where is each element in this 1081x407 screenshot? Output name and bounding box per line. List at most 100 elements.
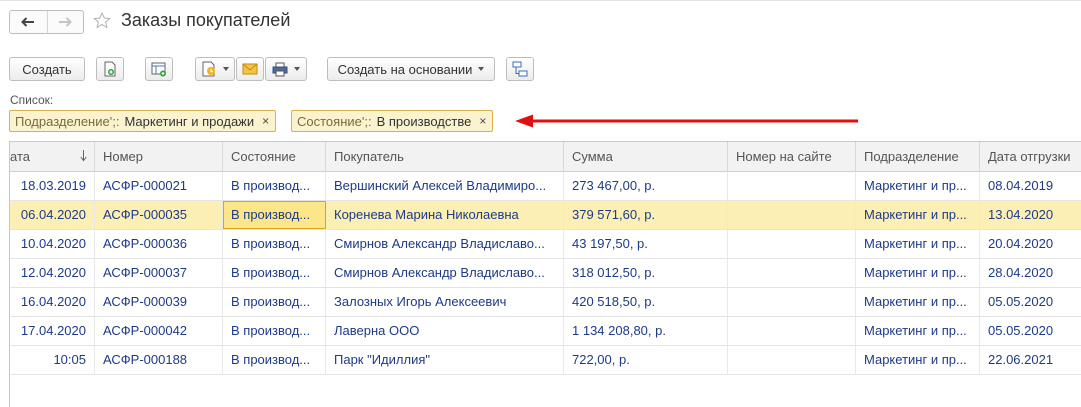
customer-cell[interactable]: Коренева Марина Николаевна [326, 201, 564, 229]
favorite-star-icon[interactable] [93, 12, 111, 29]
customer-cell[interactable]: Смирнов Александр Владиславо... [326, 259, 564, 287]
print-dropdown-button[interactable] [265, 57, 307, 81]
structure-button[interactable] [506, 57, 534, 81]
amount-cell[interactable]: 318 012,50, р. [564, 259, 728, 287]
table-row[interactable]: 10:05 АСФР-000188 В производ... Парк "Идилл… [10, 346, 1081, 375]
table-row[interactable]: 10.04.2020 АСФР-000036 В производ... Смирно… [10, 230, 1081, 259]
close-icon[interactable]: × [479, 114, 486, 128]
ship-date-cell[interactable]: 08.04.2019 [980, 172, 1081, 200]
filter-chip-state[interactable]: Состояние';: В производстве × [291, 110, 494, 132]
customer-cell[interactable]: Вершинский Алексей Владимиро... [326, 172, 564, 200]
amount-cell[interactable]: 1 134 208,80, р. [564, 317, 728, 345]
date-cell[interactable]: 12.04.2020 [10, 259, 95, 287]
create-from-template-button[interactable] [145, 57, 173, 81]
site-number-cell[interactable] [728, 201, 856, 229]
date-cell[interactable]: 10.04.2020 [10, 230, 95, 258]
amount-cell[interactable]: 722,00, р. [564, 346, 728, 374]
table-row[interactable]: 16.04.2020 АСФР-000039 В производ... Залозн… [10, 288, 1081, 317]
column-header-department[interactable]: Подразделение [856, 142, 980, 172]
number-cell[interactable]: АСФР-000188 [95, 346, 223, 374]
state-cell[interactable]: В производ... [223, 346, 326, 374]
chevron-down-icon [478, 67, 485, 71]
printer-icon [272, 62, 288, 76]
create-based-on-button[interactable]: Создать на основании [327, 57, 495, 81]
column-header-state[interactable]: Состояние [223, 142, 326, 172]
table-row[interactable]: 06.04.2020 АСФР-000035 В производ... Корене… [10, 201, 1081, 230]
ship-date-cell[interactable]: 05.05.2020 [980, 317, 1081, 345]
ship-date-cell[interactable]: 13.04.2020 [980, 201, 1081, 229]
customer-cell[interactable]: Лаверна ООО [326, 317, 564, 345]
column-header-site-number[interactable]: Номер на сайте [728, 142, 856, 172]
amount-cell[interactable]: 43 197,50, р. [564, 230, 728, 258]
close-icon[interactable]: × [262, 114, 269, 128]
department-cell[interactable]: Маркетинг и пр... [856, 201, 980, 229]
department-cell[interactable]: Маркетинг и пр... [856, 259, 980, 287]
state-cell[interactable]: В производ... [223, 317, 326, 345]
column-header-amount[interactable]: Сумма [564, 142, 728, 172]
amount-cell[interactable]: 273 467,00, р. [564, 172, 728, 200]
ship-date-cell[interactable]: 28.04.2020 [980, 259, 1081, 287]
number-cell[interactable]: АСФР-000021 [95, 172, 223, 200]
document-clock-icon [202, 61, 215, 77]
column-header-label: ата [10, 149, 30, 164]
table-add-icon [151, 62, 166, 76]
back-button[interactable] [10, 11, 47, 33]
number-cell[interactable]: АСФР-000042 [95, 317, 223, 345]
report-dropdown-button[interactable] [195, 57, 235, 81]
hierarchy-icon [512, 61, 528, 77]
number-cell[interactable]: АСФР-000036 [95, 230, 223, 258]
column-header-number[interactable]: Номер [95, 142, 223, 172]
department-cell[interactable]: Маркетинг и пр... [856, 230, 980, 258]
site-number-cell[interactable] [728, 317, 856, 345]
date-cell[interactable]: 10:05 [10, 346, 95, 374]
filter-chip-department[interactable]: Подразделение';: Маркетинг и продажи × [9, 110, 277, 132]
customer-cell[interactable]: Смирнов Александр Владиславо... [326, 230, 564, 258]
state-cell[interactable]: В производ... [223, 259, 326, 287]
copy-button[interactable] [96, 57, 124, 81]
table-row[interactable]: 12.04.2020 АСФР-000037 В производ... Смирно… [10, 259, 1081, 288]
site-number-cell[interactable] [728, 172, 856, 200]
state-cell[interactable]: В производ... [223, 172, 326, 200]
site-number-cell[interactable] [728, 259, 856, 287]
navigation-buttons [9, 10, 84, 34]
table-header: ата Номер Состояние Покупатель Сумма Ном… [10, 142, 1081, 172]
page-title: Заказы покупателей [121, 10, 291, 30]
forward-button[interactable] [46, 11, 84, 33]
ship-date-cell[interactable]: 20.04.2020 [980, 230, 1081, 258]
site-number-cell[interactable] [728, 230, 856, 258]
date-cell[interactable]: 18.03.2019 [10, 172, 95, 200]
department-cell[interactable]: Маркетинг и пр... [856, 346, 980, 374]
number-cell[interactable]: АСФР-000035 [95, 201, 223, 229]
send-email-button[interactable] [236, 57, 264, 81]
number-cell[interactable]: АСФР-000037 [95, 259, 223, 287]
column-header-date[interactable]: ата [10, 142, 95, 172]
arrow-right-icon [59, 17, 73, 27]
date-cell[interactable]: 17.04.2020 [10, 317, 95, 345]
table-row[interactable]: 18.03.2019 АСФР-000021 В производ... Вершин… [10, 172, 1081, 201]
state-cell[interactable]: В производ... [223, 288, 326, 316]
column-header-ship-date[interactable]: Дата отгрузки [980, 142, 1081, 172]
state-cell[interactable]: В производ... [223, 230, 326, 258]
ship-date-cell[interactable]: 05.05.2020 [980, 288, 1081, 316]
top-border [0, 0, 1081, 1]
department-cell[interactable]: Маркетинг и пр... [856, 317, 980, 345]
create-button[interactable]: Создать [9, 57, 85, 81]
ship-date-cell[interactable]: 22.06.2021 [980, 346, 1081, 374]
filter-value: В производстве [376, 113, 472, 129]
date-cell[interactable]: 06.04.2020 [10, 201, 95, 229]
site-number-cell[interactable] [728, 346, 856, 374]
amount-cell[interactable]: 379 571,60, р. [564, 201, 728, 229]
state-cell[interactable]: В производ... [223, 201, 326, 229]
amount-cell[interactable]: 420 518,50, р. [564, 288, 728, 316]
department-cell[interactable]: Маркетинг и пр... [856, 288, 980, 316]
customer-cell[interactable]: Парк "Идиллия" [326, 346, 564, 374]
column-header-customer[interactable]: Покупатель [326, 142, 564, 172]
customer-cell[interactable]: Залозных Игорь Алексеевич [326, 288, 564, 316]
department-cell[interactable]: Маркетинг и пр... [856, 172, 980, 200]
date-cell[interactable]: 16.04.2020 [10, 288, 95, 316]
copy-document-icon [104, 61, 116, 77]
annotation-arrow-icon [515, 114, 858, 128]
number-cell[interactable]: АСФР-000039 [95, 288, 223, 316]
site-number-cell[interactable] [728, 288, 856, 316]
table-row[interactable]: 17.04.2020 АСФР-000042 В производ... Лаверн… [10, 317, 1081, 346]
